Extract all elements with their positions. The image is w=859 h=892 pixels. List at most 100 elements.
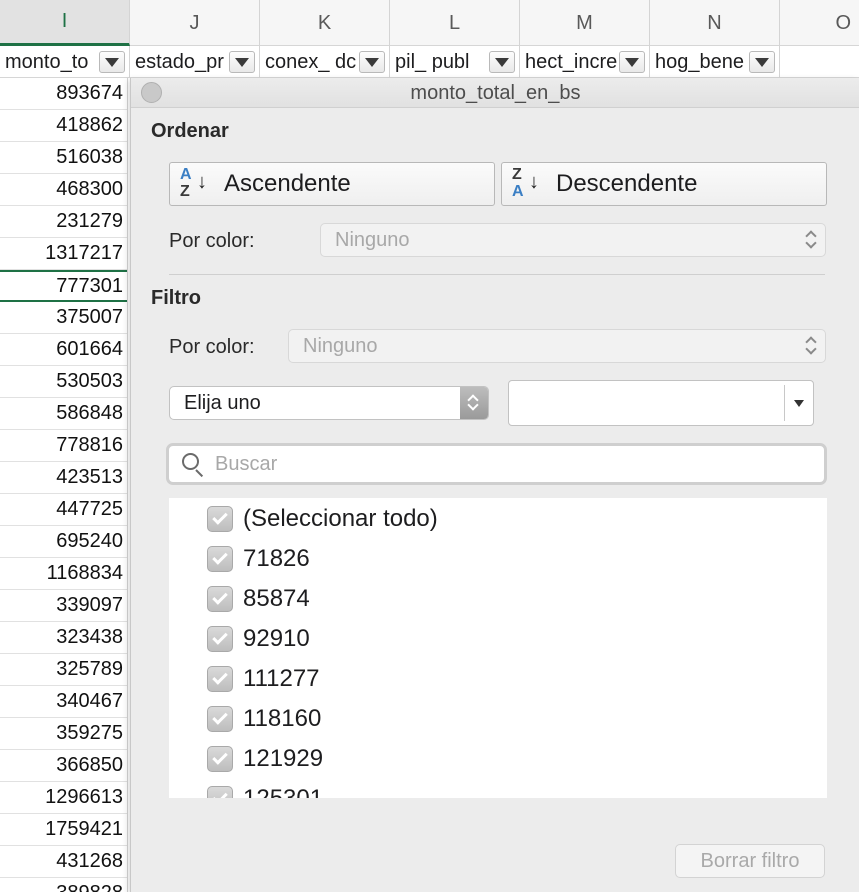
cell[interactable]: 431268 [0,846,127,878]
filter-dropdown-button[interactable] [229,51,255,73]
cell[interactable]: 323438 [0,622,127,654]
clear-filter-button[interactable]: Borrar filtro [675,844,825,878]
sort-descending-label: Descendente [556,170,698,197]
cell[interactable]: 778816 [0,430,127,462]
column-header-k[interactable]: K [260,0,390,46]
filter-value-label: 111277 [243,665,320,692]
column-header-m[interactable]: M [520,0,650,46]
filter-by-color-select[interactable]: Ninguno [288,329,826,363]
cell[interactable]: 325789 [0,654,127,686]
checkmark-icon [212,509,228,525]
filter-dropdown-button[interactable] [489,51,515,73]
close-icon[interactable] [141,82,162,103]
filter-value-label: 92910 [243,625,310,652]
search-field[interactable] [166,443,827,485]
header-label: pil_ publ [395,50,470,73]
cell[interactable]: 359275 [0,718,127,750]
filter-dropdown-button[interactable] [99,51,125,73]
cell[interactable]: 389828 [0,878,127,892]
cell[interactable]: 340467 [0,686,127,718]
filter-header-cell: hect_incre [520,46,650,78]
filter-value-item[interactable]: 125301 [207,779,323,798]
column-header-o[interactable]: O [780,0,859,46]
sort-ascending-button[interactable]: A Z ↓ Ascendente [169,162,495,206]
filter-value-label: 118160 [243,705,322,732]
popover-title: monto_total_en_bs [410,82,581,104]
filter-value-label: 71826 [243,545,310,572]
header-label: hog_bene [655,50,744,73]
column-header-i[interactable]: I [0,0,130,46]
sort-ascending-label: Ascendente [224,170,351,197]
dropdown-arrow-icon[interactable] [794,400,804,407]
column-header-l[interactable]: L [390,0,520,46]
checkbox[interactable] [207,786,233,798]
cell[interactable]: 1296613 [0,782,127,814]
header-label: monto_to [5,50,89,73]
updown-chevron-icon [805,229,819,251]
cell[interactable]: 530503 [0,366,127,398]
checkbox[interactable] [207,626,233,652]
select-all-item[interactable]: (Seleccionar todo) [207,499,438,539]
cell[interactable]: 1317217 [0,238,127,270]
column-header-row: I J K L M N O [0,0,859,46]
cell[interactable]: 695240 [0,526,127,558]
cell[interactable]: 339097 [0,590,127,622]
filter-header-cell: pil_ publ [390,46,520,78]
condition-select[interactable]: Elija uno [169,386,489,420]
checkmark-icon [212,549,228,565]
cell[interactable]: 586848 [0,398,127,430]
dropdown-arrow-icon [625,57,639,67]
filter-values-list[interactable]: (Seleccionar todo) 71826 85874 92910 111277 1… [169,498,827,798]
cell[interactable]: 1759421 [0,814,127,846]
condition-value-combobox[interactable] [508,380,814,426]
selected-cell[interactable]: 777301 [0,270,127,302]
filter-header-cell: hog_bene [650,46,780,78]
checkbox[interactable] [207,746,233,772]
sort-by-color-select[interactable]: Ninguno [320,223,826,257]
filter-value-item[interactable]: 85874 [207,579,310,619]
filter-section-title: Filtro [151,287,201,309]
checkbox[interactable] [207,666,233,692]
filter-value-label: 125301 [243,785,323,798]
cell[interactable]: 423513 [0,462,127,494]
cell[interactable]: 231279 [0,206,127,238]
filter-dropdown-button[interactable] [619,51,645,73]
filter-dropdown-button[interactable] [749,51,775,73]
cell[interactable]: 468300 [0,174,127,206]
checkmark-icon [212,789,228,798]
cell[interactable]: 366850 [0,750,127,782]
sort-by-color-value: Ninguno [335,228,410,251]
filter-value-item[interactable]: 111277 [207,659,320,699]
condition-select-value: Elija uno [184,391,261,414]
checkbox[interactable] [207,586,233,612]
cell[interactable]: 1168834 [0,558,127,590]
checkmark-icon [212,589,228,605]
dropdown-arrow-icon [495,57,509,67]
cell[interactable]: 375007 [0,302,127,334]
filter-value-item[interactable]: 118160 [207,699,321,739]
section-divider [169,274,825,275]
filter-dropdown-button[interactable] [359,51,385,73]
cell[interactable]: 418862 [0,110,127,142]
column-header-n[interactable]: N [650,0,780,46]
cell[interactable]: 447725 [0,494,127,526]
checkbox[interactable] [207,546,233,572]
checkbox[interactable] [207,706,233,732]
filter-value-item[interactable]: 92910 [207,619,310,659]
sort-descending-button[interactable]: Z A ↓ Descendente [501,162,827,206]
checkbox[interactable] [207,506,233,532]
cell[interactable]: 516038 [0,142,127,174]
header-label: hect_incre [525,50,618,73]
filter-value-item[interactable]: 71826 [207,539,310,579]
icon-letter: A [180,166,192,183]
cell[interactable]: 601664 [0,334,127,366]
filter-header-cell: conex_ dc [260,46,390,78]
cell[interactable]: 893674 [0,78,127,110]
updown-chevron-icon [460,387,488,419]
search-input[interactable] [215,452,815,476]
icon-letter: A [512,183,524,200]
column-header-j[interactable]: J [130,0,260,46]
filter-by-color-label: Por color: [169,336,255,358]
sort-descending-icon: Z A ↓ [512,166,539,200]
filter-value-item[interactable]: 121929 [207,739,323,779]
